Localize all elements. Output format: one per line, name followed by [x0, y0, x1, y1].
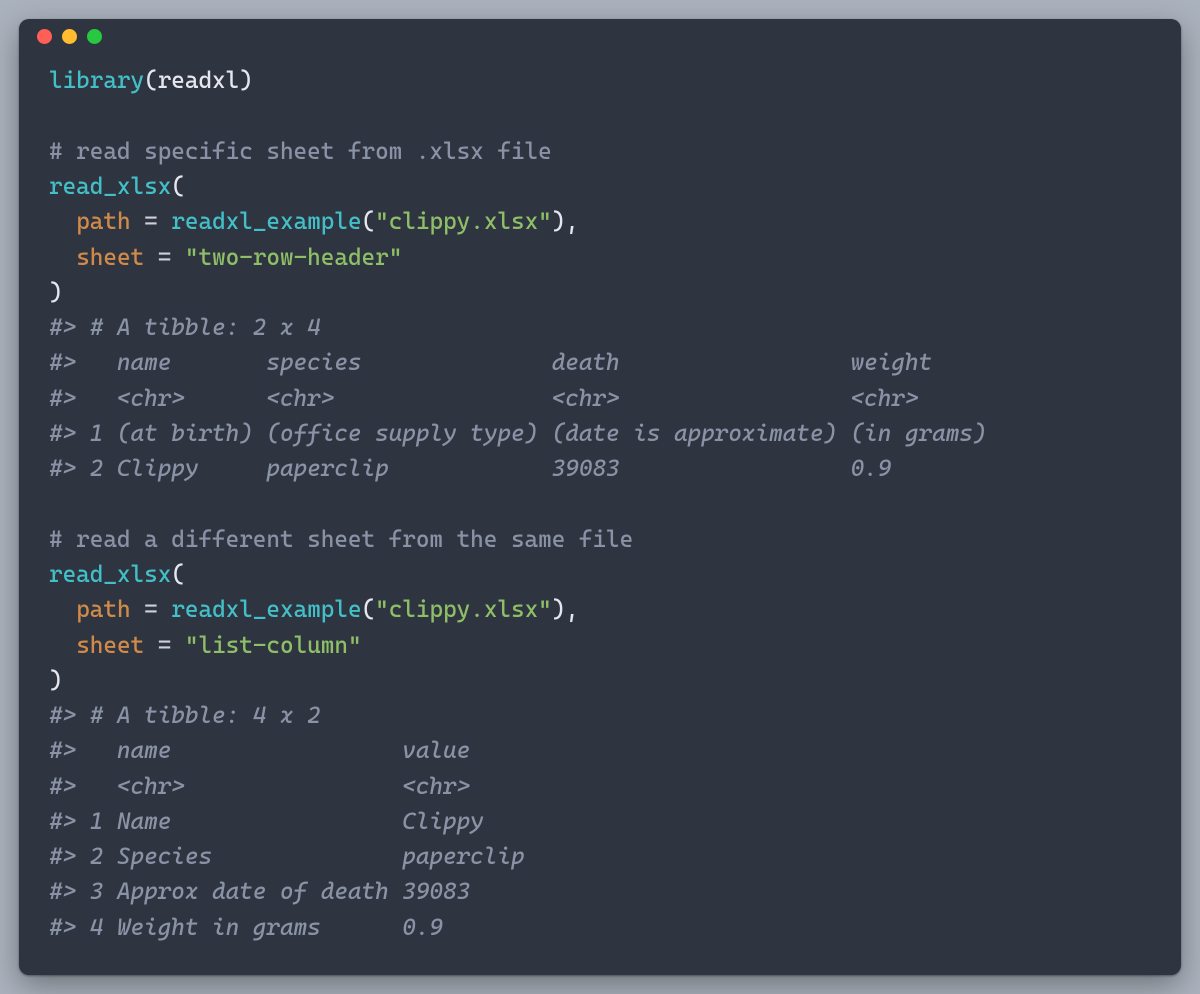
output-line: #> # A tibble: 2 x 4 [49, 314, 321, 341]
paren-open: ( [171, 561, 185, 588]
output-line: #> 1 Name Clippy [49, 808, 525, 835]
arg-path: path [76, 596, 130, 623]
op-eq: = [158, 244, 172, 271]
output-line: #> 3 Approx date of death 39083 [49, 878, 525, 905]
str-literal: "two-row-header" [185, 244, 402, 271]
op-eq: = [144, 208, 158, 235]
op-eq: = [158, 632, 172, 659]
output-line: #> <chr> <chr> [49, 773, 525, 800]
terminal-window: library(readxl) # read specific sheet fr… [19, 19, 1181, 975]
paren-open: ( [144, 67, 158, 94]
output-line: #> # A tibble: 4 x 2 [49, 702, 321, 729]
arg-sheet: sheet [76, 632, 144, 659]
fn-readxl-example: readxl_example [171, 208, 361, 235]
code-block[interactable]: library(readxl) # read specific sheet fr… [19, 53, 1181, 975]
paren-open: ( [362, 208, 376, 235]
output-line: #> 2 Clippy paperclip 39083 0.9 [49, 455, 986, 482]
paren-close: ) [49, 667, 63, 694]
paren-open: ( [362, 596, 376, 623]
pkg-readxl: readxl [158, 67, 240, 94]
str-literal: "clippy.xlsx" [375, 208, 552, 235]
output-line: #> 1 (at birth) (office supply type) (da… [49, 420, 986, 447]
paren-close: ) [49, 279, 63, 306]
output-line: #> 4 Weight in grams 0.9 [49, 914, 525, 941]
str-literal: "clippy.xlsx" [375, 596, 552, 623]
fn-read-xlsx: read_xlsx [49, 561, 171, 588]
output-line: #> 2 Species paperclip [49, 843, 525, 870]
str-literal: "list-column" [185, 632, 362, 659]
output-line: #> <chr> <chr> <chr> <chr> [49, 385, 986, 412]
arg-sheet: sheet [76, 244, 144, 271]
output-line: #> name species death weight [49, 349, 986, 376]
op-eq: = [144, 596, 158, 623]
fn-library: library [49, 67, 144, 94]
fn-read-xlsx: read_xlsx [49, 173, 171, 200]
comma: , [565, 208, 579, 235]
comma: , [565, 596, 579, 623]
paren-close: ) [552, 208, 566, 235]
paren-open: ( [171, 173, 185, 200]
paren-close: ) [239, 67, 253, 94]
window-titlebar [19, 19, 1181, 53]
output-line: #> name value [49, 737, 525, 764]
arg-path: path [76, 208, 130, 235]
window-zoom-icon[interactable] [87, 29, 102, 44]
window-close-icon[interactable] [37, 29, 52, 44]
comment-line: # read a different sheet from the same f… [49, 526, 633, 553]
comment-line: # read specific sheet from .xlsx file [49, 138, 552, 165]
window-minimize-icon[interactable] [62, 29, 77, 44]
paren-close: ) [552, 596, 566, 623]
fn-readxl-example: readxl_example [171, 596, 361, 623]
